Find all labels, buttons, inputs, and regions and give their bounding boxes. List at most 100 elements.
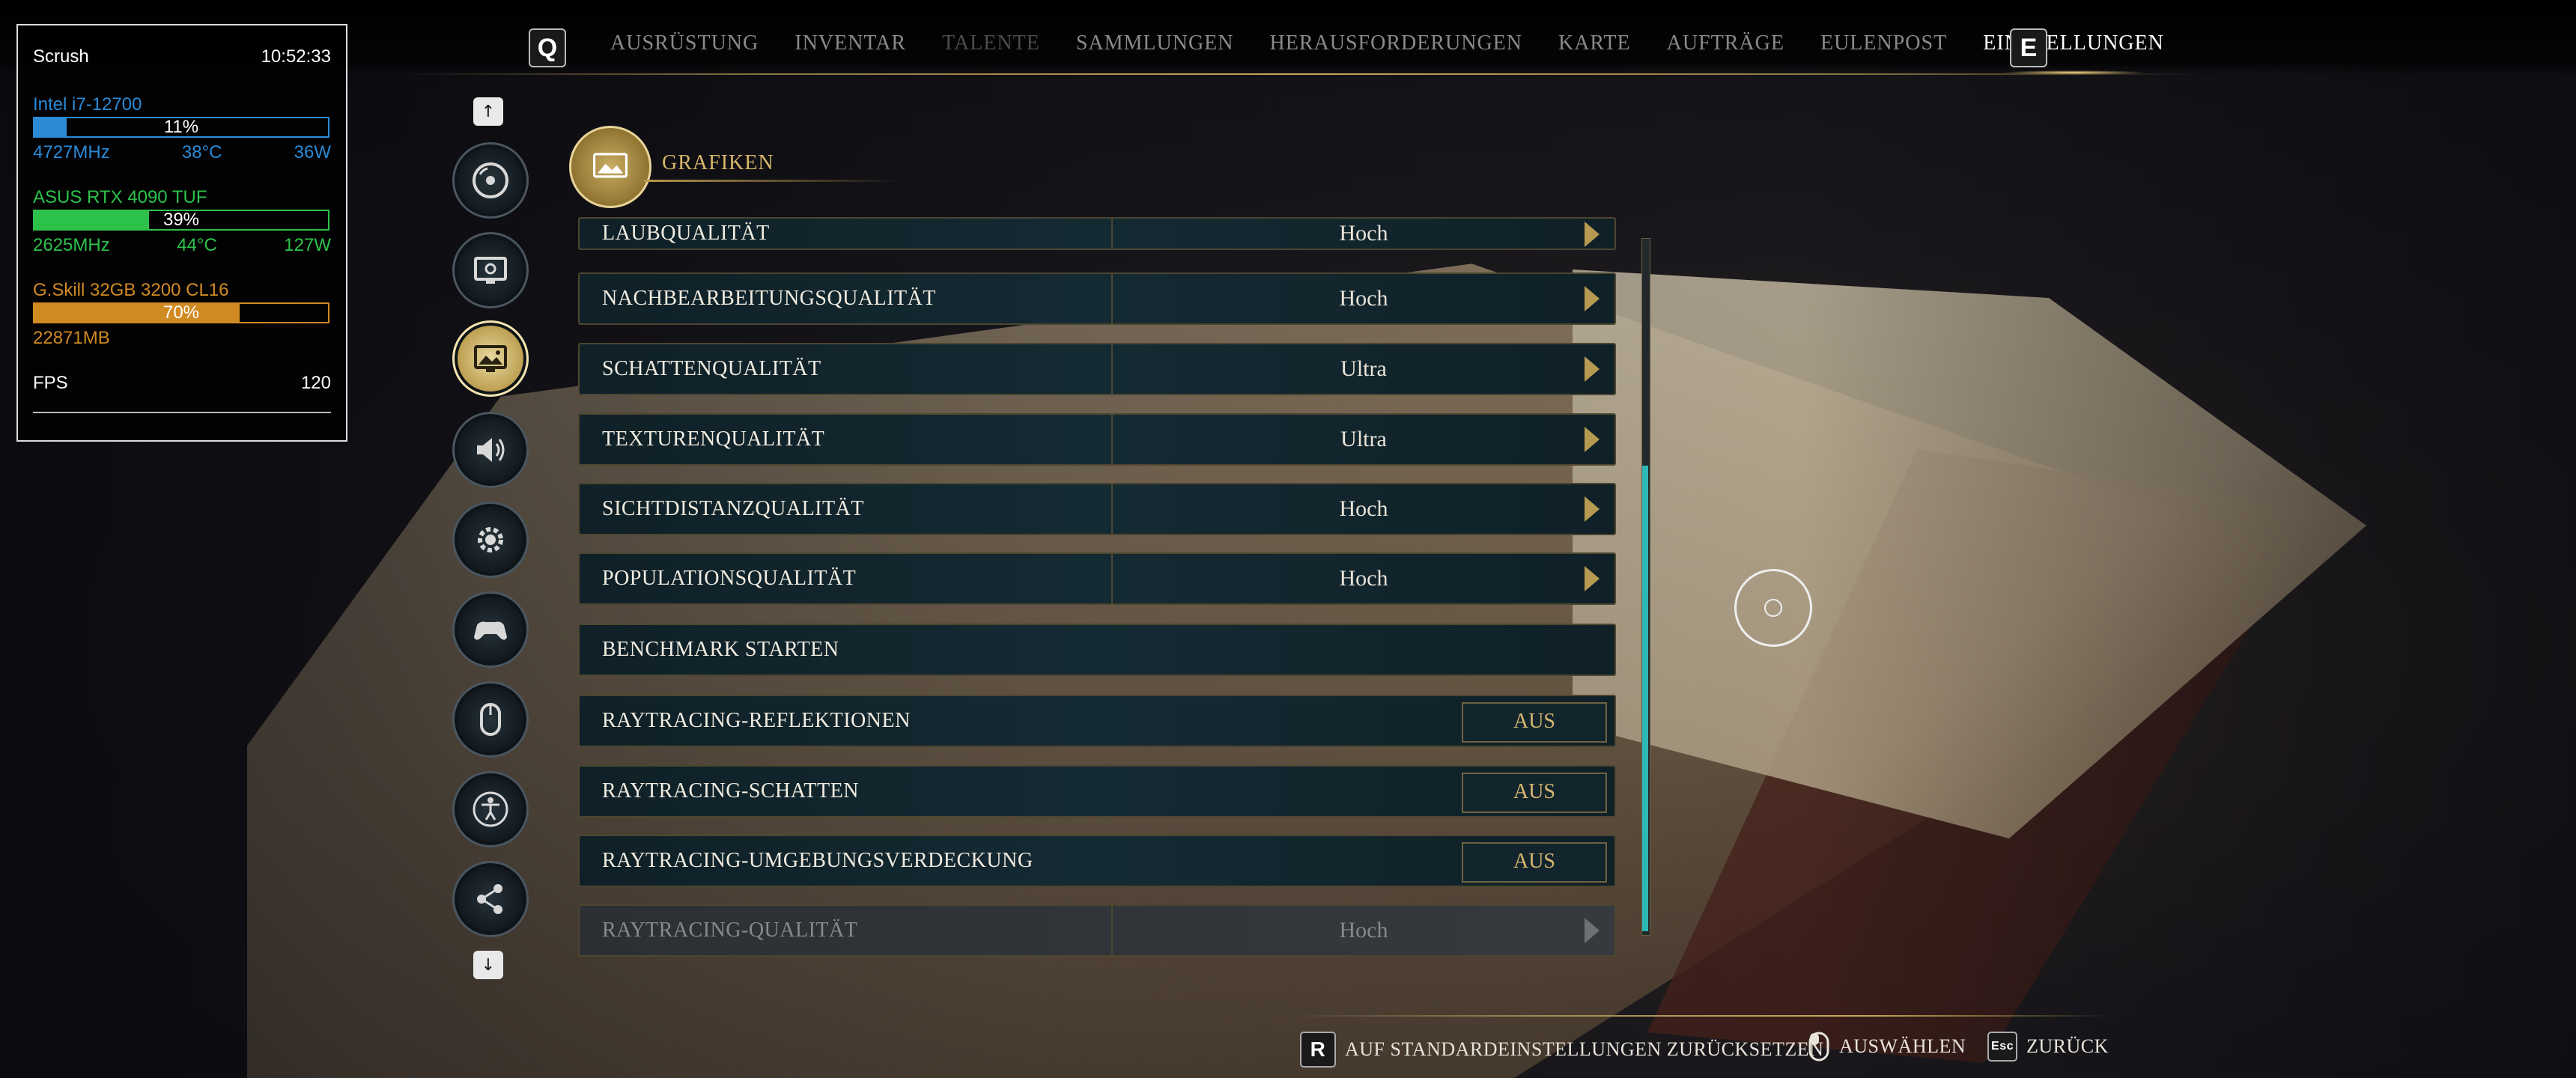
tab-karte[interactable]: KARTE xyxy=(1558,31,1631,61)
chevron-right-icon[interactable] xyxy=(1583,220,1601,249)
nav-divider xyxy=(404,73,2202,75)
setting-laubqualitaet[interactable]: LAUBQUALITÄT Hoch xyxy=(578,217,1616,250)
category-graphics[interactable] xyxy=(452,320,529,397)
reset-key: R xyxy=(1300,1032,1336,1068)
reset-defaults-prompt[interactable]: R AUF STANDARDEINSTELLUNGEN ZURÜCKSETZEN xyxy=(1300,1032,1823,1068)
ram-usage-text: 70% xyxy=(162,302,200,323)
setting-label: RAYTRACING-SCHATTEN xyxy=(602,779,859,803)
setting-raytracing-umgebungsverdeckung[interactable]: RAYTRACING-UMGEBUNGSVERDECKUNG AUS xyxy=(578,835,1616,887)
toggle-button[interactable]: AUS xyxy=(1462,842,1607,883)
cpu-name: Intel i7-12700 xyxy=(33,94,142,115)
setting-value[interactable]: Hoch xyxy=(1113,274,1614,323)
disc-icon xyxy=(473,162,508,198)
setting-schattenqualitaet[interactable]: SCHATTENQUALITÄT Ultra xyxy=(578,343,1616,395)
cpu-usage-text: 11% xyxy=(163,117,199,137)
fps-row: FPS 120 xyxy=(33,373,331,394)
setting-label: SCHATTENQUALITÄT xyxy=(602,357,821,380)
graphics-icon xyxy=(592,153,628,178)
toggle-button[interactable]: AUS xyxy=(1462,773,1607,813)
tab-eulenpost[interactable]: EULENPOST xyxy=(1820,31,1947,61)
fps-graph-line xyxy=(33,412,331,413)
mouse-icon xyxy=(480,703,501,736)
ram-usage-bar: 70% xyxy=(33,302,329,323)
back-prompt[interactable]: Esc ZURÜCK xyxy=(1987,1032,2109,1062)
gpu-usage-bar: 39% xyxy=(33,210,329,231)
section-title-underline xyxy=(644,180,899,182)
setting-value[interactable]: Ultra xyxy=(1113,415,1614,464)
overlay-name: Scrush xyxy=(33,46,89,67)
esc-key: Esc xyxy=(1987,1032,2017,1062)
setting-label: TEXTURENQUALITÄT xyxy=(602,427,825,451)
chevron-right-icon[interactable] xyxy=(1583,495,1601,523)
chevron-right-icon[interactable] xyxy=(1583,284,1601,313)
gamepad-icon xyxy=(474,621,507,640)
top-navigation: Q AUSRÜSTUNG INVENTAR TALENTE SAMMLUNGEN… xyxy=(0,0,2576,75)
category-display[interactable] xyxy=(452,232,529,308)
share-icon xyxy=(477,884,502,914)
setting-label: LAUBQUALITÄT xyxy=(602,222,770,245)
fps-value: 120 xyxy=(300,373,331,393)
tab-talente[interactable]: TALENTE xyxy=(942,31,1040,61)
select-prompt[interactable]: AUSWÄHLEN xyxy=(1808,1032,1966,1062)
scrollbar-thumb[interactable] xyxy=(1642,466,1648,931)
gpu-temp: 44°C xyxy=(177,235,217,255)
category-share[interactable] xyxy=(452,861,529,937)
chevron-right-icon[interactable] xyxy=(1583,564,1601,593)
graphics-icon xyxy=(474,345,507,372)
tab-sammlungen[interactable]: SAMMLUNGEN xyxy=(1076,31,1234,61)
category-disc[interactable] xyxy=(452,142,529,219)
section-title: GRAFIKEN xyxy=(662,151,774,174)
gameplay-gear-icon xyxy=(478,527,503,552)
setting-label: POPULATIONSQUALITÄT xyxy=(602,567,857,590)
tab-ausruestung[interactable]: AUSRÜSTUNG xyxy=(610,31,759,61)
select-label: AUSWÄHLEN xyxy=(1839,1035,1966,1057)
overlay-header: Scrush 10:52:33 xyxy=(33,46,331,67)
setting-label: RAYTRACING-QUALITÄT xyxy=(602,919,858,942)
setting-raytracing-qualitaet: RAYTRACING-QUALITÄT Hoch xyxy=(578,904,1616,957)
gpu-details: 2625MHz 44°C 127W xyxy=(33,235,331,256)
setting-value[interactable]: Hoch xyxy=(1113,554,1614,603)
cpu-temp: 38°C xyxy=(181,142,222,162)
graphics-section-badge xyxy=(569,126,651,208)
cursor-dot xyxy=(1764,599,1782,617)
setting-value: Hoch xyxy=(1339,918,1388,943)
setting-value[interactable]: Hoch xyxy=(1113,219,1614,249)
mouse-icon xyxy=(1808,1032,1829,1062)
tab-herausforderungen[interactable]: HERAUSFORDERUNGEN xyxy=(1270,31,1522,61)
setting-value[interactable]: Ultra xyxy=(1113,344,1614,394)
accessibility-icon xyxy=(473,791,508,827)
chevron-right-icon[interactable] xyxy=(1583,355,1601,383)
performance-overlay: Scrush 10:52:33 Intel i7-12700 11% 4727M… xyxy=(16,24,347,442)
tab-inventar[interactable]: INVENTAR xyxy=(795,31,906,61)
setting-texturenqualitaet[interactable]: TEXTURENQUALITÄT Ultra xyxy=(578,413,1616,466)
tab-bar: AUSRÜSTUNG INVENTAR TALENTE SAMMLUNGEN H… xyxy=(599,31,2200,75)
fps-label: FPS xyxy=(33,373,68,393)
category-controller[interactable] xyxy=(452,591,529,668)
toggle-button[interactable]: AUS xyxy=(1462,702,1607,743)
setting-value[interactable]: Hoch xyxy=(1113,484,1614,534)
gpu-power: 127W xyxy=(284,235,331,255)
scroll-up-key[interactable]: ↑ xyxy=(473,97,503,126)
category-audio[interactable] xyxy=(452,412,529,488)
category-gameplay[interactable] xyxy=(452,502,529,578)
gpu-clock: 2625MHz xyxy=(33,235,110,255)
mouse-cursor xyxy=(1734,569,1812,647)
setting-raytracing-reflektionen[interactable]: RAYTRACING-REFLEKTIONEN AUS xyxy=(578,695,1616,747)
category-mouse[interactable] xyxy=(452,681,529,758)
next-tab-key[interactable]: E xyxy=(2010,28,2047,67)
setting-populationsqualitaet[interactable]: POPULATIONSQUALITÄT Hoch xyxy=(578,552,1616,605)
benchmark-start-button[interactable]: BENCHMARK STARTEN xyxy=(578,624,1616,676)
cpu-power: 36W xyxy=(294,142,331,162)
tab-auftraege[interactable]: AUFTRÄGE xyxy=(1667,31,1784,61)
chevron-right-icon[interactable] xyxy=(1583,425,1601,454)
setting-label: NACHBEARBEITUNGSQUALITÄT xyxy=(602,287,936,310)
setting-sichtdistanzqualitaet[interactable]: SICHTDISTANZQUALITÄT Hoch xyxy=(578,483,1616,535)
setting-nachbearbeitungsqualitaet[interactable]: NACHBEARBEITUNGSQUALITÄT Hoch xyxy=(578,272,1616,325)
back-label: ZURÜCK xyxy=(2026,1035,2109,1057)
scroll-down-key[interactable]: ↓ xyxy=(473,951,503,979)
ram-name: G.Skill 32GB 3200 CL16 xyxy=(33,280,229,300)
gpu-name: ASUS RTX 4090 TUF xyxy=(33,187,207,207)
prev-tab-key[interactable]: Q xyxy=(529,28,566,67)
category-accessibility[interactable] xyxy=(452,771,529,847)
setting-raytracing-schatten[interactable]: RAYTRACING-SCHATTEN AUS xyxy=(578,765,1616,817)
